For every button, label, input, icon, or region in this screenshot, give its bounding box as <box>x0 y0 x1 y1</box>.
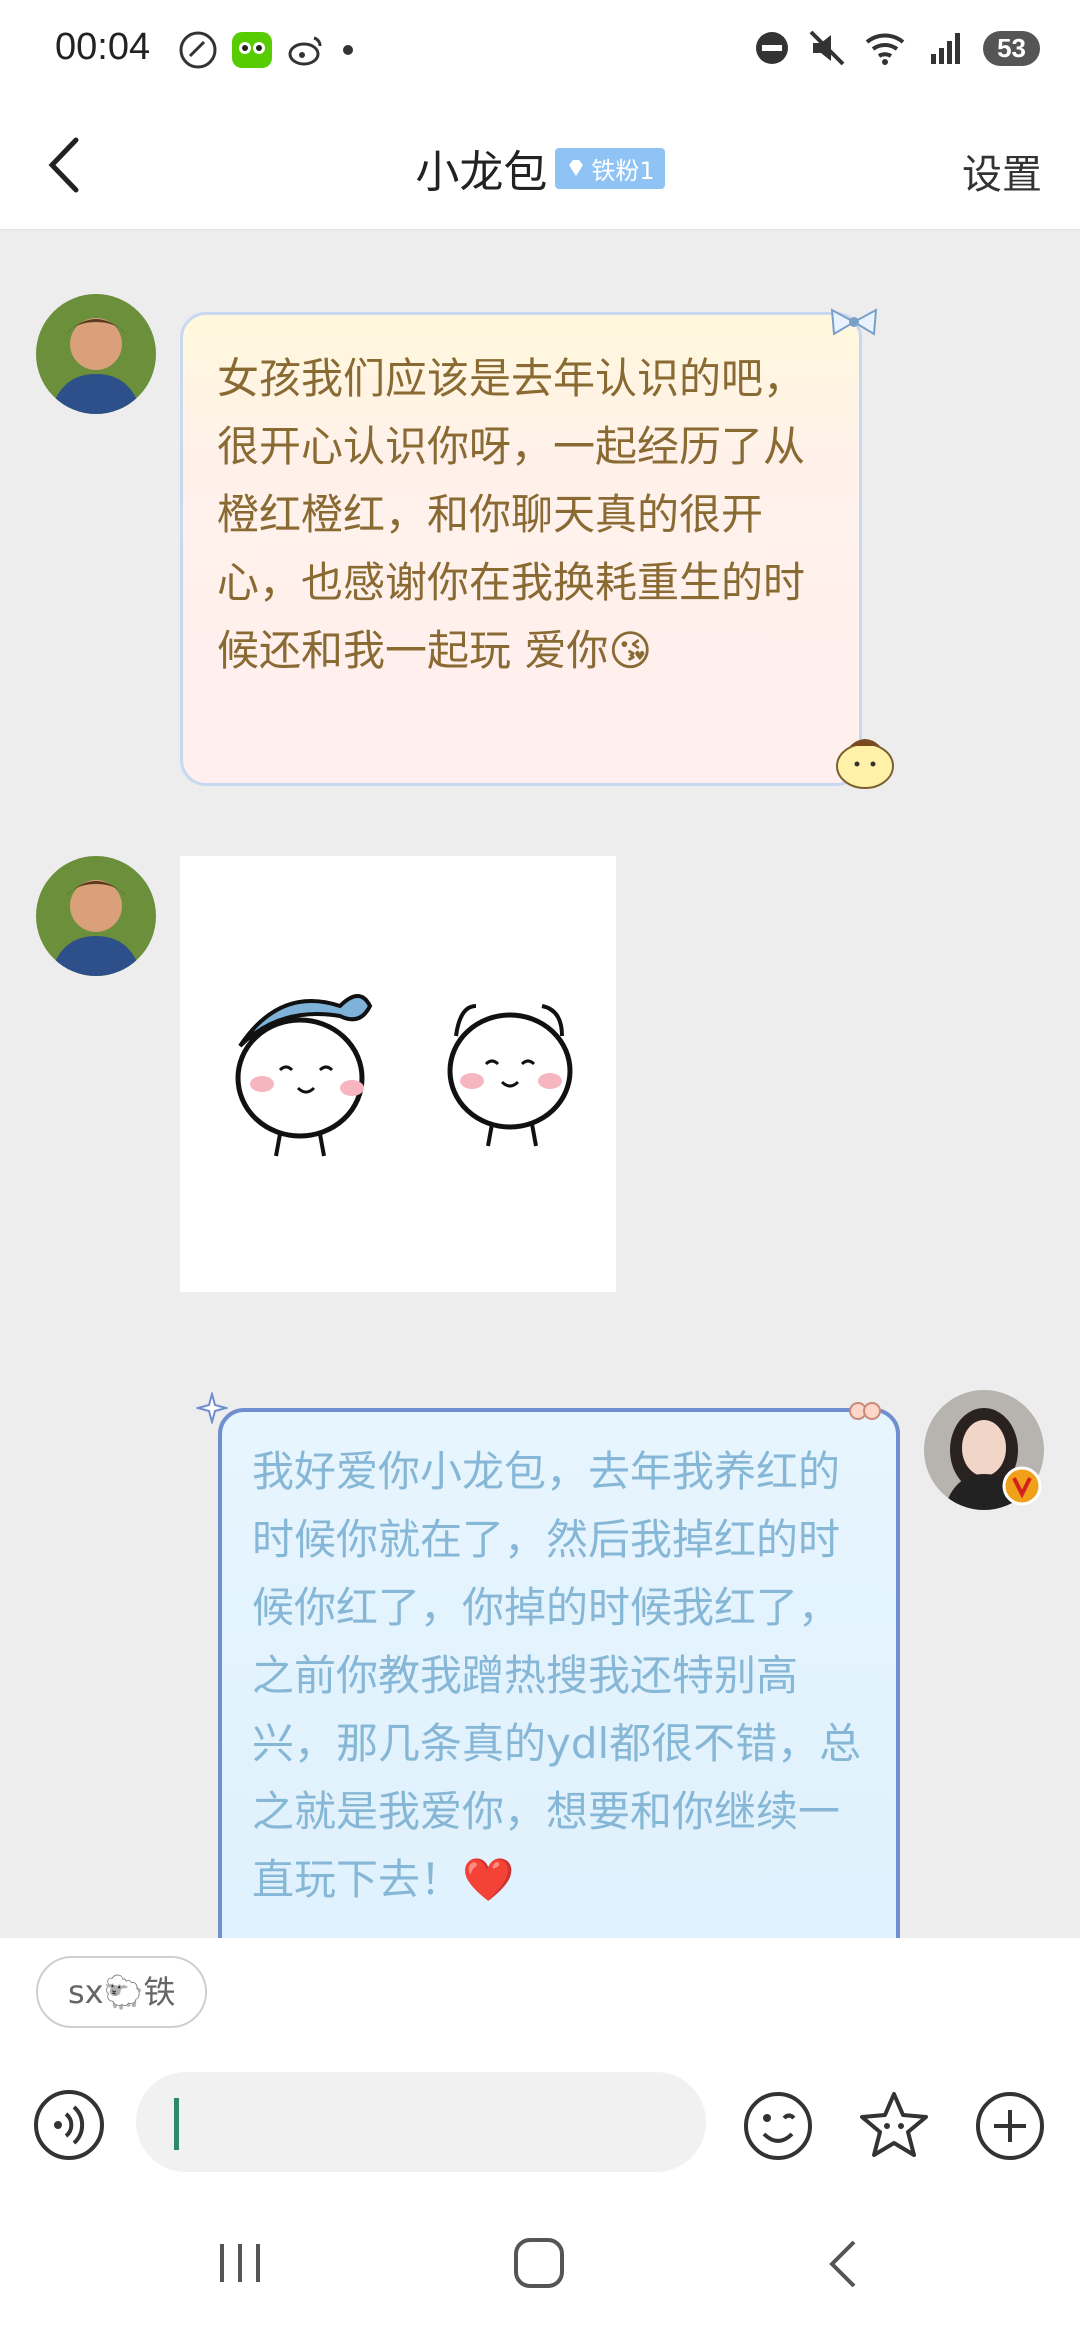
system-icons: 53 <box>753 28 1040 68</box>
voice-input-button[interactable] <box>34 2090 104 2160</box>
voice-icon <box>54 2105 85 2145</box>
message-text: 女孩我们应该是去年认识的吧，很开心认识你呀，一起经历了从橙红橙红，和你聊天真的很… <box>217 354 806 675</box>
contact-avatar[interactable] <box>36 856 156 976</box>
pompompurin-sticker-icon <box>836 739 894 789</box>
app-notification-icon <box>179 31 217 69</box>
nav-back-icon[interactable] <box>818 2236 868 2292</box>
sparkle-sticker-icon <box>196 1392 228 1424</box>
contact-avatar[interactable] <box>36 294 156 414</box>
signal-icon <box>931 33 961 64</box>
flower-sticker-icon <box>849 1402 881 1420</box>
system-nav-bar <box>0 2188 1080 2340</box>
bow-sticker-icon <box>830 308 878 336</box>
fan-badge: 铁粉1 <box>555 147 665 189</box>
fan-badge-label: 铁粉1 <box>591 156 655 185</box>
diamond-icon <box>569 160 584 176</box>
chat-header: 小龙包 铁粉1 设置 <box>0 100 1080 230</box>
contact-name: 小龙包 <box>415 147 548 198</box>
input-row <box>0 2068 1080 2178</box>
text-caret <box>174 2098 179 2150</box>
mute-icon <box>809 30 845 66</box>
settings-button[interactable]: 设置 <box>962 142 1042 200</box>
dot-icon <box>343 45 353 55</box>
message-text: 我好爱你小龙包，去年我养红的时候你就在了，然后我掉红的时候你红了，你掉的时候我红… <box>252 1447 862 1904</box>
recents-icon[interactable] <box>210 2238 270 2288</box>
chat-title: 小龙包 铁粉1 <box>0 136 1080 200</box>
duolingo-icon <box>232 32 272 68</box>
home-icon[interactable] <box>510 2234 570 2294</box>
status-time: 00:04 <box>55 26 151 68</box>
chat-area[interactable]: 女孩我们应该是去年认识的吧，很开心认识你呀，一起经历了从橙红橙红，和你聊天真的很… <box>0 230 1080 1938</box>
message-bubble-sent[interactable]: 我好爱你小龙包，去年我养红的时候你就在了，然后我掉红的时候你红了，你掉的时候我红… <box>218 1408 900 1938</box>
message-bubble-received[interactable]: 女孩我们应该是去年认识的吧，很开心认识你呀，一起经历了从橙红橙红，和你聊天真的很… <box>180 312 862 786</box>
battery-indicator: 53 <box>983 30 1040 66</box>
plus-icon[interactable] <box>972 2088 1048 2164</box>
message-input[interactable] <box>136 2072 706 2172</box>
status-bar: 00:04 53 <box>0 0 1080 100</box>
dnd-icon <box>756 32 789 64</box>
composer: sx🐑铁 <box>0 1938 1080 2188</box>
quick-reply-chip[interactable]: sx🐑铁 <box>36 1956 208 2028</box>
chiikawa-sticker-image <box>235 994 573 1157</box>
verified-v-icon <box>1002 1466 1042 1506</box>
emoji-icon[interactable] <box>740 2088 816 2164</box>
sticker-message[interactable] <box>180 856 616 1292</box>
notification-icons <box>178 30 358 70</box>
wifi-icon <box>865 33 905 65</box>
weibo-icon <box>288 36 322 66</box>
sticker-icon[interactable] <box>856 2088 932 2164</box>
